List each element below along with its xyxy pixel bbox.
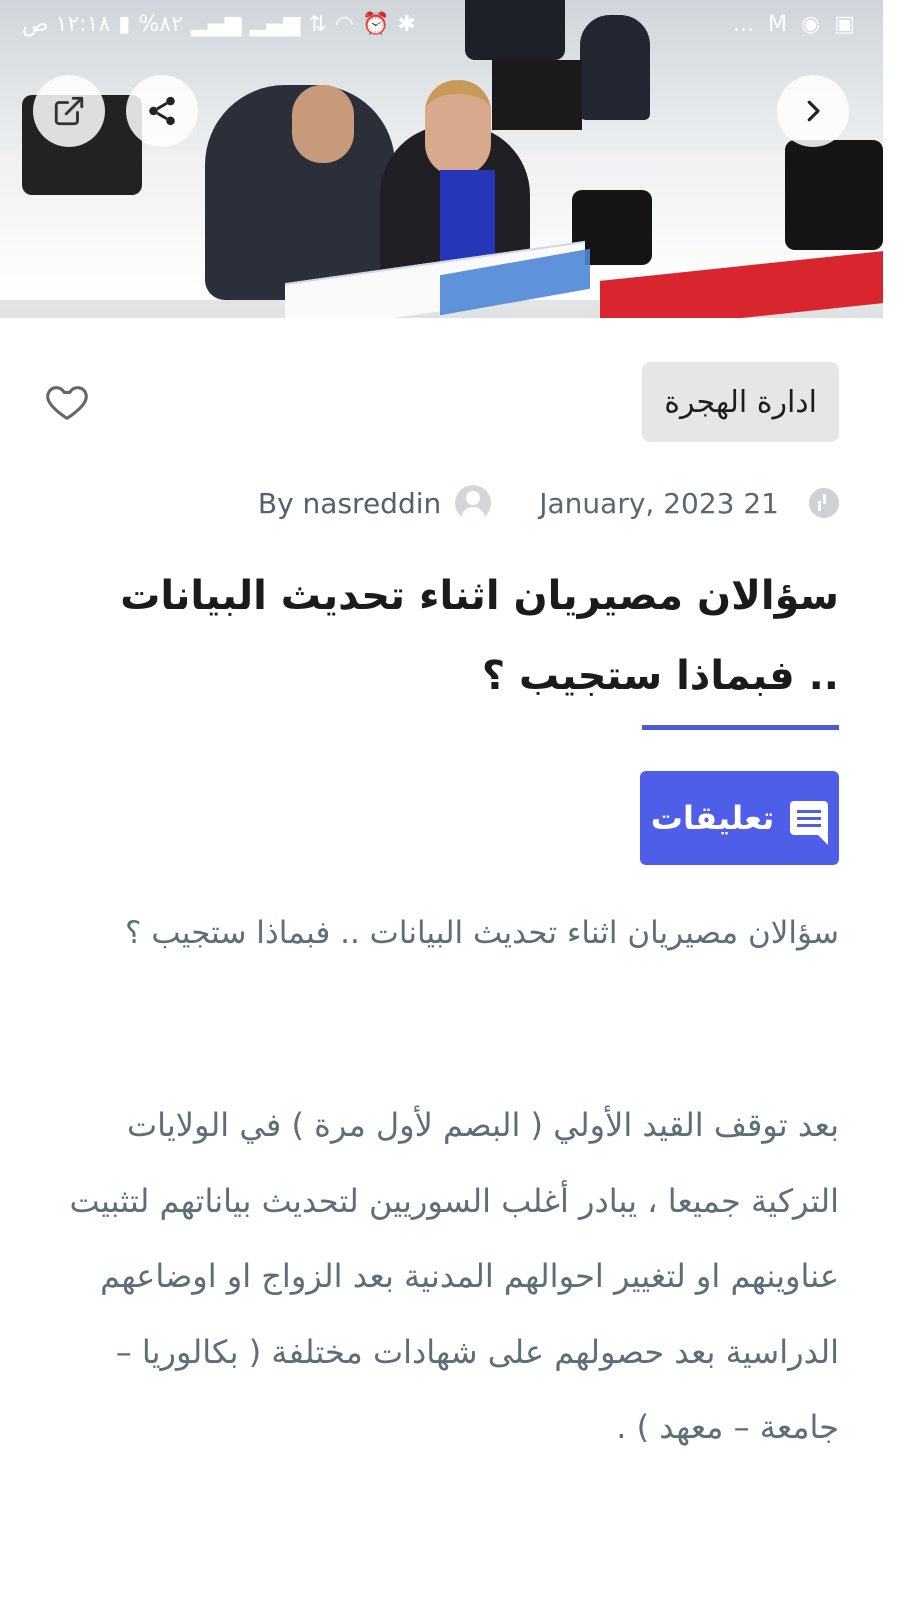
external-link-icon [54,96,84,126]
heart-icon[interactable] [44,380,90,426]
user-avatar-icon [455,485,492,521]
clock-icon [809,488,839,518]
status-bar: ١٢:١٨ ص ▮ %٨٢ ▂▄▆ ▂▄▆ ⇅ ◠ ⏰ ✱ ... M ◉ ▣ [0,0,883,50]
article-subtitle: سؤالان مصيريان اثناء تحديث البيانات .. ف… [125,915,839,951]
bluetooth-icon: ✱ [397,12,416,37]
status-time: ١٢:١٨ ص [22,12,111,37]
chair [785,140,883,250]
woman-head [425,80,491,176]
status-right: ... M ◉ ▣ [733,10,855,40]
status-left: ١٢:١٨ ص ▮ %٨٢ ▂▄▆ ▂▄▆ ⇅ ◠ ⏰ ✱ [22,10,416,40]
alarm-icon: ⏰ [362,12,390,37]
gmail-icon: M [768,12,787,37]
category-tag[interactable]: ادارة الهجرة [642,362,839,442]
publish-date: January, 2023 21 [539,486,779,520]
comments-button[interactable]: تعليقات [640,771,839,865]
battery-icon: ▮ [118,12,131,37]
signal-icon: ▂▄▆ [190,12,242,37]
share-button[interactable] [126,75,198,147]
share-icon [149,96,175,126]
battery-level: %٨٢ [138,12,183,37]
data-icon: ⇅ [308,12,327,37]
comments-label: تعليقات [650,799,775,837]
monitor [492,60,582,130]
man-head [292,85,354,163]
comment-icon [790,801,829,845]
article-meta: By nasreddin January, 2023 21 [258,480,839,526]
title-underline [642,725,839,730]
author-name[interactable]: By nasreddin [258,487,441,520]
next-article-button[interactable] [777,75,849,147]
signal-icon: ▂▄▆ [249,12,301,37]
chevron-right-icon [807,100,820,122]
article-title: سؤالان مصيريان اثناء تحديث البيانات .. ف… [120,573,839,699]
chrome-icon: ◉ [801,12,821,37]
wifi-icon: ◠ [334,12,355,37]
overflow-dots: ... [733,12,755,37]
open-external-button[interactable] [33,75,105,147]
gallery-icon: ▣ [834,12,855,37]
article-body: بعد توقف القيد الأولي ( البصم لأول مرة )… [69,1106,839,1446]
